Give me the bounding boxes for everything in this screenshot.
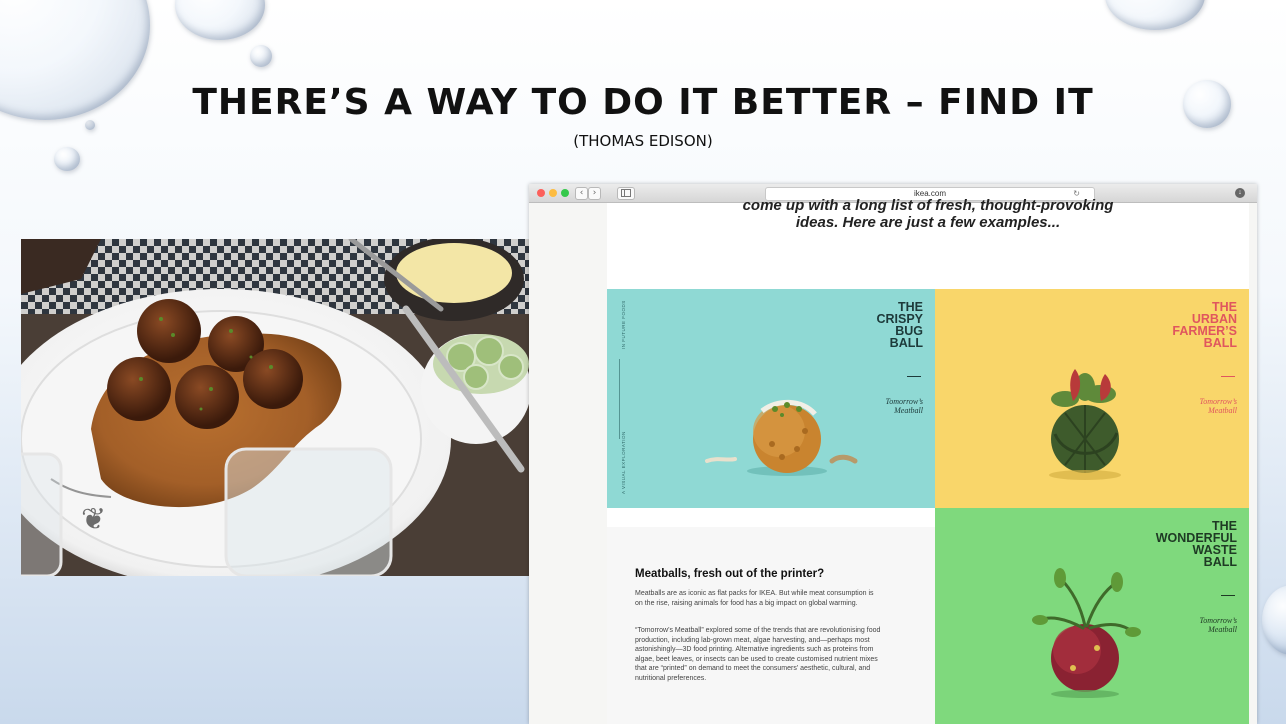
browser-window: ‹ › ikea.com ↻ ↓ come up with a long lis…: [529, 184, 1257, 724]
panel-title: THE CRISPY BUG BALL: [876, 300, 923, 350]
slide-title: THERE’S A WAY TO DO IT BETTER – FIND IT: [192, 82, 1094, 123]
meatballs-photo: ❦: [21, 239, 529, 576]
article-paragraph-1: Meatballs are as iconic as flat packs fo…: [635, 590, 874, 607]
urban-farmers-ball-image: [1049, 369, 1121, 480]
web-page-viewport: come up with a long list of fresh, thoug…: [529, 197, 1257, 724]
intro-line-2: ideas. Here are just a few examples...: [795, 214, 1061, 231]
zoom-window-button[interactable]: [561, 189, 569, 197]
panel-divider: [1221, 595, 1235, 596]
slide: THERE’S A WAY TO DO IT BETTER – FIND IT …: [0, 0, 1286, 724]
minimize-window-button[interactable]: [549, 189, 557, 197]
article-heading: Meatballs, fresh out of the printer?: [635, 568, 825, 580]
water-drop-decoration: [175, 0, 265, 40]
download-icon: ↓: [1238, 189, 1242, 196]
wonderful-waste-ball-image: [1032, 568, 1141, 698]
chevron-left-icon: ‹: [579, 188, 584, 198]
intro-text: come up with a long list of fresh, thoug…: [607, 197, 1249, 231]
crispy-bug-ball-image: [705, 399, 858, 476]
article-section: Meatballs, fresh out of the printer? Mea…: [607, 527, 935, 724]
urban-farmers-ball-panel[interactable]: THE URBAN FARMER’S BALL Tomorrow’s Meatball: [935, 289, 1249, 508]
water-drop-decoration: [250, 45, 272, 67]
svg-text:❦: ❦: [81, 503, 106, 536]
vertical-divider: [619, 359, 620, 439]
intro-line-1: come up with a long list of fresh, thoug…: [742, 197, 1114, 214]
panel-caption: Tomorrow’s Meatball: [1199, 397, 1237, 415]
panel-divider: [1221, 376, 1235, 377]
wonderful-waste-ball-panel[interactable]: THE WONDERFUL WASTE BALL Tomorrow’s Meatbal…: [935, 508, 1249, 724]
panel-caption: Tomorrow’s Meatball: [1199, 616, 1237, 634]
ikea-web-page: come up with a long list of fresh, thoug…: [607, 197, 1249, 724]
panel-title: THE URBAN FARMER’S BALL: [1172, 300, 1237, 350]
close-window-button[interactable]: [537, 189, 545, 197]
vertical-label-top: IN FUTURE FOODS: [621, 300, 626, 349]
panel-title: THE WONDERFUL WASTE BALL: [1155, 519, 1237, 569]
meatballs-plate-illustration: ❦: [21, 239, 529, 576]
water-drop-decoration: [1105, 0, 1205, 30]
article-paragraph-2: “Tomorrow’s Meatball” explored some of t…: [635, 627, 881, 682]
water-drop-decoration: [1262, 585, 1286, 655]
crispy-bug-ball-panel[interactable]: IN FUTURE FOODS A VISUAL EXPLORATION THE…: [607, 289, 935, 508]
chevron-right-icon: ›: [592, 188, 597, 198]
forward-button[interactable]: ›: [588, 187, 601, 200]
sidebar-icon: [621, 189, 631, 197]
back-button[interactable]: ‹: [575, 187, 588, 200]
slide-subtitle: (THOMAS EDISON): [573, 132, 713, 150]
panel-divider: [907, 376, 921, 377]
water-drop-decoration: [54, 147, 80, 171]
vertical-label-bottom: A VISUAL EXPLORATION: [621, 431, 626, 494]
